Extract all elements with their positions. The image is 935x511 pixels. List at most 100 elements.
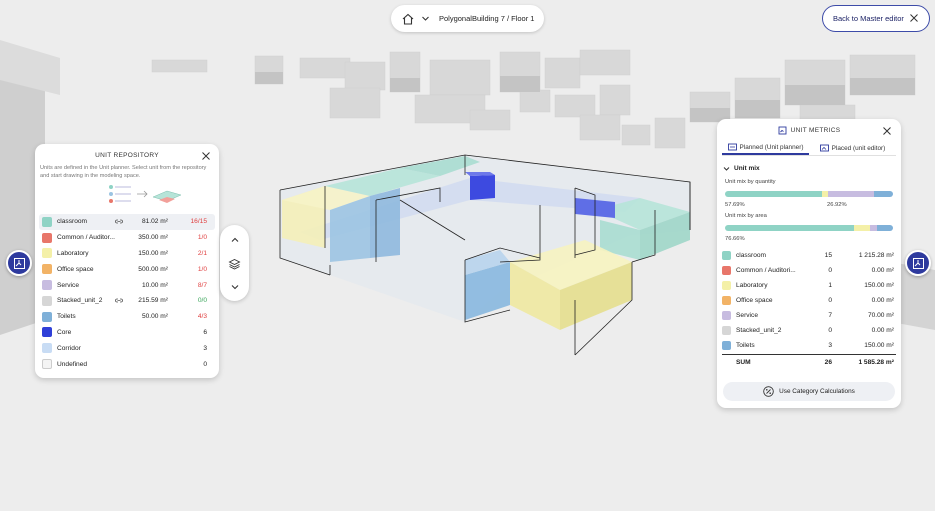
unit-row[interactable]: Toilets 50.00 m² 4/3	[39, 309, 215, 325]
unit-name: Laboratory	[57, 249, 89, 257]
floor-stack-button[interactable]	[228, 257, 241, 270]
mix-bar-segment	[873, 191, 893, 197]
mix-bar-segment	[877, 225, 893, 231]
toggle-unit-metrics-button[interactable]	[905, 250, 931, 276]
chevron-down-icon[interactable]	[419, 13, 431, 25]
unit-color-swatch	[722, 311, 731, 320]
close-icon	[910, 14, 918, 22]
mix-bar-segment	[725, 191, 822, 197]
metric-unit-name: Service	[736, 312, 758, 319]
repository-description: Units are defined in the Unit planner. S…	[40, 165, 207, 179]
unit-color-swatch	[722, 266, 731, 275]
metric-sum-row: SUM 26 1 585.28 m²	[722, 354, 896, 369]
unit-area: 150.00 m²	[138, 249, 168, 257]
chevron-down-icon	[723, 167, 730, 171]
layers-icon	[228, 258, 241, 270]
metrics-tabs: Planned (Unit planner) Placed (unit edit…	[722, 141, 896, 156]
floor-up-button[interactable]	[228, 233, 241, 246]
area-mix-bar	[725, 225, 893, 231]
metric-area: 150.00 m²	[864, 282, 894, 289]
mix-bar-segment	[828, 191, 874, 197]
metric-area: 150.00 m²	[864, 342, 894, 349]
unit-area: 215.59 m²	[138, 297, 168, 305]
unit-row[interactable]: Corridor 3	[39, 340, 215, 356]
close-icon[interactable]	[882, 126, 892, 136]
metric-area: 0.00 m²	[871, 327, 894, 334]
unit-row[interactable]: Laboratory 150.00 m² 2/1	[39, 246, 215, 262]
metric-unit-name: classroom	[736, 252, 767, 259]
unit-count: 0	[203, 360, 207, 368]
tab-planned-label: Planned (Unit planner)	[739, 143, 804, 151]
unit-color-swatch	[42, 311, 52, 322]
unit-color-swatch	[722, 281, 731, 290]
unit-count: 3	[203, 344, 207, 352]
metric-row: Common / Auditori... 0 0.00 m²	[722, 263, 896, 278]
tab-placed-label: Placed (unit editor)	[831, 144, 886, 152]
unit-color-swatch	[722, 326, 731, 335]
metric-area: 1 215.28 m²	[858, 252, 894, 259]
section-title: Unit mix	[734, 165, 760, 172]
planner-icon	[727, 143, 737, 151]
editor-icon	[819, 144, 829, 152]
unit-area: 10.00 m²	[141, 281, 168, 289]
floor-navigator	[220, 225, 249, 301]
breadcrumb-bar: PolygonalBuilding 7 / Floor 1	[391, 5, 544, 32]
unit-color-swatch	[722, 251, 731, 260]
back-to-master-editor-button[interactable]: Back to Master editor	[822, 5, 930, 32]
metric-unit-name: Toilets	[736, 342, 755, 349]
unit-color-swatch	[42, 359, 52, 370]
area-pct-left: 76.66%	[725, 236, 745, 242]
unit-name: Toilets	[57, 313, 76, 321]
unit-color-swatch	[42, 216, 52, 227]
unit-row[interactable]: Undefined 0	[39, 356, 215, 372]
sum-quantity: 26	[824, 358, 832, 366]
unit-area: 350.00 m²	[138, 234, 168, 242]
quantity-pct-right: 26.92%	[827, 202, 847, 208]
metric-unit-name: Laboratory	[736, 282, 768, 289]
home-icon[interactable]	[399, 10, 417, 28]
use-category-calculations-button[interactable]: Use Category Calculations	[723, 382, 895, 401]
unit-color-swatch	[42, 232, 52, 243]
tab-planned[interactable]: Planned (Unit planner)	[722, 141, 809, 155]
tab-placed[interactable]: Placed (unit editor)	[809, 141, 896, 155]
unit-row[interactable]: Common / Auditor... 350.00 m² 1/0	[39, 230, 215, 246]
unit-count: 8/7	[197, 281, 207, 289]
link-icon	[115, 297, 125, 305]
metric-area: 0.00 m²	[871, 267, 894, 274]
metric-row: Service 7 70.00 m²	[722, 308, 896, 323]
metric-quantity: 7	[828, 312, 832, 319]
metric-row: classroom 15 1 215.28 m²	[722, 248, 896, 263]
unit-name: Undefined	[57, 360, 88, 368]
unit-repository-panel: UNIT REPOSITORY Units are defined in the…	[35, 144, 219, 378]
metric-quantity: 3	[828, 342, 832, 349]
unit-color-swatch	[42, 264, 52, 275]
metric-row: Laboratory 1 150.00 m²	[722, 278, 896, 293]
unit-name: classroom	[57, 218, 88, 226]
unit-row[interactable]: Stacked_unit_2 215.59 m² 0/0	[39, 293, 215, 309]
metrics-table: classroom 15 1 215.28 m² Common / Auditori.…	[722, 248, 896, 369]
panel-title: UNIT REPOSITORY	[95, 152, 159, 159]
unit-mix-section-toggle[interactable]: Unit mix	[723, 165, 760, 172]
quantity-bar-label: Unit mix by quantity	[725, 179, 776, 185]
unit-count: 16/15	[190, 218, 207, 226]
unit-area: 81.02 m²	[141, 218, 168, 226]
close-icon[interactable]	[201, 151, 211, 161]
quantity-pct-left: 57.69%	[725, 202, 745, 208]
unit-row[interactable]: Office space 500.00 m² 1/0	[39, 261, 215, 277]
unit-metrics-panel: UNIT METRICS Planned (Unit planner) Plac…	[717, 119, 901, 408]
unit-area: 50.00 m²	[141, 313, 168, 321]
unit-color-swatch	[722, 296, 731, 305]
unit-color-swatch	[722, 341, 731, 350]
quantity-mix-bar	[725, 191, 893, 197]
unit-row[interactable]: Service 10.00 m² 8/7	[39, 277, 215, 293]
unit-row[interactable]: classroom 81.02 m² 16/15	[39, 214, 215, 230]
unit-row[interactable]: Core 6	[39, 325, 215, 341]
unit-color-swatch	[42, 280, 52, 291]
unit-color-swatch	[42, 295, 52, 306]
floor-down-button[interactable]	[228, 280, 241, 293]
unit-color-swatch	[42, 343, 52, 354]
area-bar-label: Unit mix by area	[725, 213, 767, 219]
toggle-unit-repository-button[interactable]	[6, 250, 32, 276]
breadcrumb[interactable]: PolygonalBuilding 7 / Floor 1	[439, 14, 534, 23]
sum-label: SUM	[736, 358, 751, 366]
